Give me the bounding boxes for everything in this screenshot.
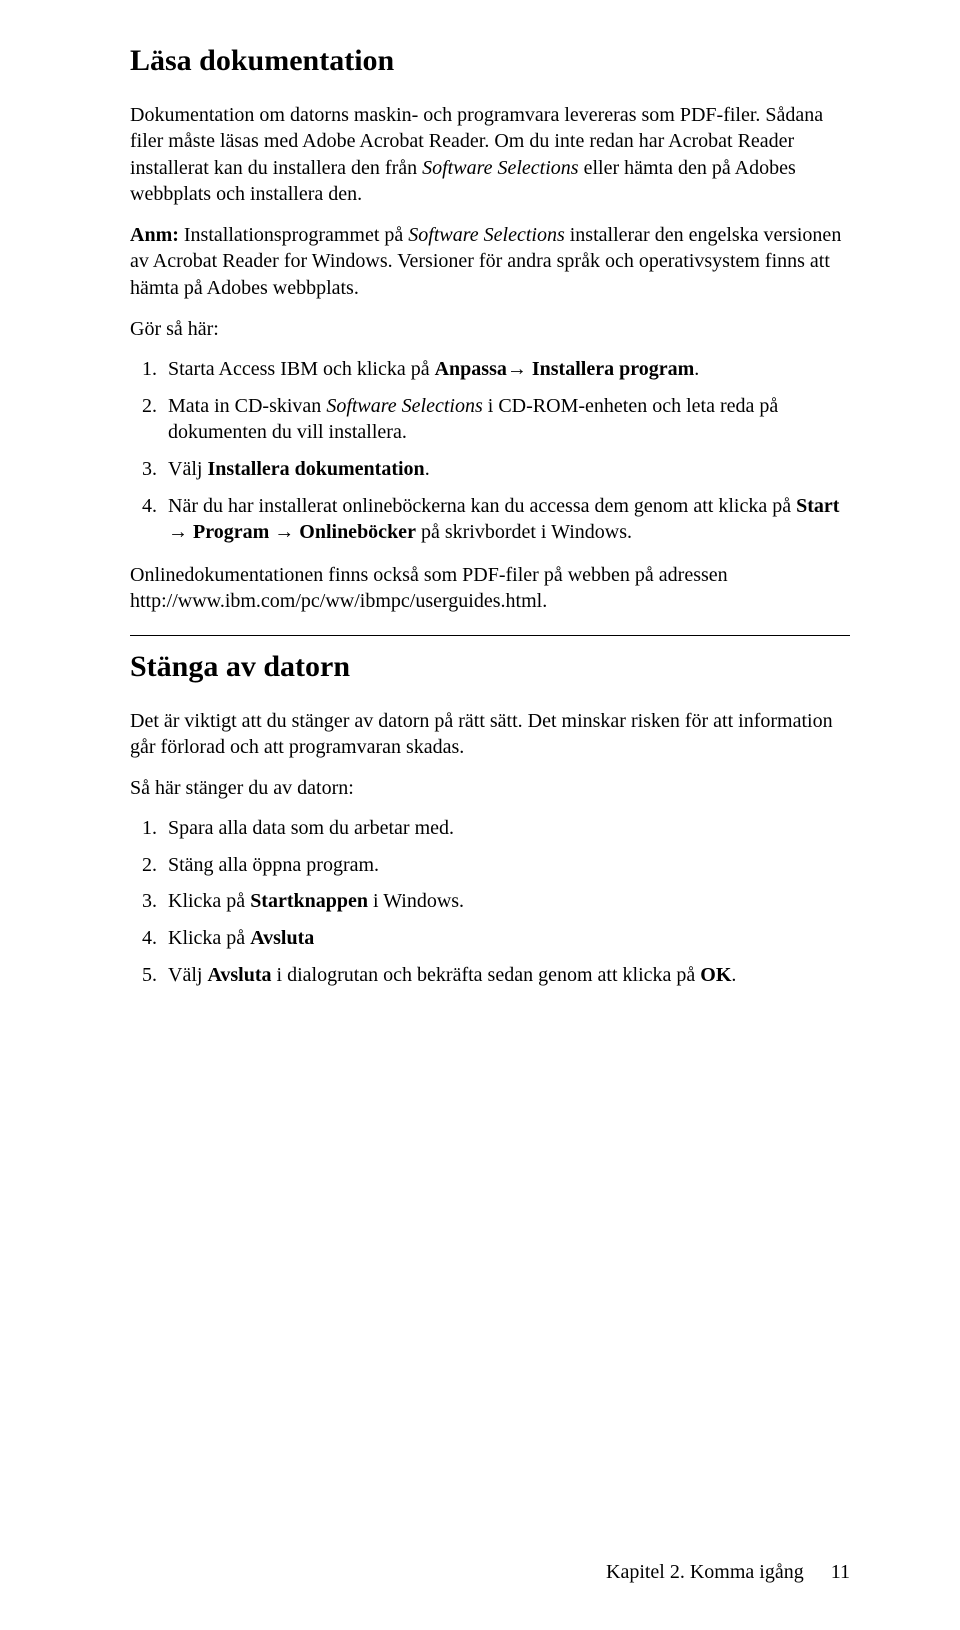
text: i dialogrutan och bekräfta sedan genom a… bbox=[272, 964, 701, 986]
page-footer: Kapitel 2. Komma igång 11 bbox=[606, 1561, 850, 1584]
paragraph: Det är viktigt att du stänger av datorn … bbox=[130, 708, 850, 761]
text-bold: OK bbox=[700, 964, 731, 986]
text: . bbox=[694, 358, 699, 380]
paragraph-note: Anm: Installationsprogrammet på Software… bbox=[130, 222, 850, 302]
text: Välj bbox=[168, 964, 207, 986]
list-item: När du har installerat onlineböckerna ka… bbox=[162, 493, 850, 546]
note-label: Anm: bbox=[130, 224, 179, 246]
text: Klicka på bbox=[168, 927, 250, 949]
heading-stanga-av-datorn: Stänga av datorn bbox=[130, 648, 850, 686]
text: När du har installerat onlineböckerna ka… bbox=[168, 495, 796, 517]
list-item: Starta Access IBM och klicka på Anpassa→… bbox=[162, 356, 850, 383]
text-bold: Anpassa→ Installera program bbox=[435, 358, 695, 380]
paragraph-lead: Så här stänger du av datorn: bbox=[130, 775, 850, 802]
text: Starta Access IBM och klicka på bbox=[168, 358, 435, 380]
text: på skrivbordet i Windows. bbox=[416, 521, 632, 543]
text-bold: Avsluta bbox=[250, 927, 314, 949]
paragraph-lead: Gör så här: bbox=[130, 316, 850, 343]
footer-chapter: Kapitel 2. Komma igång bbox=[606, 1561, 804, 1583]
heading-lasa-dokumentation: Läsa dokumentation bbox=[130, 42, 850, 80]
text-italic: Software Selections bbox=[408, 224, 564, 246]
list-item: Välj Avsluta i dialogrutan och bekräfta … bbox=[162, 962, 850, 989]
list-item: Stäng alla öppna program. bbox=[162, 852, 850, 879]
list-item: Klicka på Avsluta bbox=[162, 925, 850, 952]
text: Stäng alla öppna program. bbox=[168, 854, 379, 876]
text: . bbox=[731, 964, 736, 986]
list-item: Spara alla data som du arbetar med. bbox=[162, 815, 850, 842]
text-bold: Installera dokumentation bbox=[207, 458, 424, 480]
section-divider bbox=[130, 635, 850, 636]
text: Välj bbox=[168, 458, 207, 480]
text: Spara alla data som du arbetar med. bbox=[168, 817, 454, 839]
list-item: Välj Installera dokumentation. bbox=[162, 456, 850, 483]
text: Klicka på bbox=[168, 890, 250, 912]
text: Installationsprogrammet på bbox=[179, 224, 408, 246]
text-italic: Software Selections bbox=[422, 157, 578, 179]
ordered-list: Spara alla data som du arbetar med. Stän… bbox=[130, 815, 850, 988]
ordered-list: Starta Access IBM och klicka på Anpassa→… bbox=[130, 356, 850, 546]
document-page: Läsa dokumentation Dokumentation om dato… bbox=[0, 0, 960, 1630]
text-bold: Startknappen bbox=[250, 890, 368, 912]
paragraph: Dokumentation om datorns maskin- och pro… bbox=[130, 102, 850, 208]
paragraph: Onlinedokumentationen finns också som PD… bbox=[130, 562, 850, 615]
text: i Windows. bbox=[368, 890, 464, 912]
footer-page-number: 11 bbox=[831, 1561, 850, 1584]
text-bold: Avsluta bbox=[207, 964, 271, 986]
text-italic: Software Selections bbox=[326, 395, 482, 417]
text: Mata in CD-skivan bbox=[168, 395, 326, 417]
list-item: Klicka på Startknappen i Windows. bbox=[162, 888, 850, 915]
list-item: Mata in CD-skivan Software Selections i … bbox=[162, 393, 850, 446]
text: . bbox=[425, 458, 430, 480]
